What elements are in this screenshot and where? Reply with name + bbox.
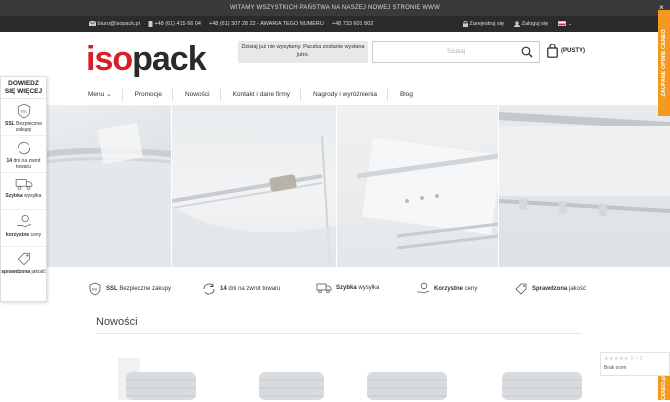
info-sidebar: DOWIEDZ SIĘ WIĘCEJ SSL SSL Bezpieczne za… [0,76,47,302]
divider [172,89,173,101]
ceneo-bottom-tab[interactable]: CENEO.pl [658,376,670,400]
announcement-text: WITAMY WSZYSTKICH PAŃSTWA NA NASZEJ NOWE… [229,5,441,11]
nav-item-nowosci[interactable]: Nowości [185,84,220,106]
badge-shipping: Szybka wysyłka [316,282,379,294]
contact-bar: biuro@isopack.pl +48 (61) 415 66 04 +48 … [0,16,670,32]
rating-stars: ★★★★★ 0 / 5 [604,356,644,362]
divider [96,333,582,334]
sidebar-item-returns[interactable]: 14 dni na zwrot towaru [1,136,46,173]
divider [219,89,221,101]
badge-ssl: SSL SSL Bezpieczne zakupy [88,282,171,296]
search-placeholder: Szukaj [446,49,465,55]
badge-prices: Korzystne ceny [416,282,477,296]
chevron-down-icon: ⌄ [106,91,112,98]
phone-link-2[interactable]: +48 (61) 307 28 22 - AWARIA TEGO NUMERU [209,16,324,32]
rating-widget[interactable]: ★★★★★ 0 / 5 Brak ocen [600,352,670,376]
user-icon [514,20,521,27]
trust-badges: SSL SSL Bezpieczne zakupy 14 dni na zwro… [0,276,670,304]
product-card[interactable] [482,350,582,400]
nav-item-blog[interactable]: Blog [400,84,423,106]
login-link[interactable]: Zaloguj się [514,16,548,32]
badge-returns: 14 dni na zwrot towaru [202,282,280,296]
shield-ssl-icon: SSL [17,103,30,119]
language-selector[interactable]: ⌄ [558,16,572,32]
sidebar-item-prices[interactable]: korzystne ceny [1,210,46,247]
badge-quality: Sprawdzona jakość [514,282,586,296]
hand-coin-icon [417,282,430,294]
svg-text:SSL: SSL [20,109,28,114]
sidebar-item-shipping[interactable]: Szybka wysyłka [1,173,46,210]
register-link[interactable]: Zarejestruj się [463,16,504,32]
gallery-image-writing-panel-bag[interactable] [336,106,499,267]
divider [300,89,302,101]
rating-text: Brak ocen [604,365,627,371]
truck-icon [316,283,332,294]
product-card[interactable] [96,350,196,400]
truck-icon [15,179,32,190]
site-logo[interactable]: isopack [86,41,207,77]
shopping-bag-icon [547,44,558,58]
tag-icon [515,283,527,295]
section-title: Nowości [96,316,138,328]
phone-icon [148,20,153,27]
tag-icon [17,252,30,266]
divider [386,89,388,101]
shipping-notice: Dzisiaj już nie wysyłamy. Paczka zostani… [238,41,368,63]
sidebar-item-ssl[interactable]: SSL SSL Bezpieczne zakupy [1,99,46,136]
search-input[interactable]: Szukaj [372,41,540,63]
product-card[interactable] [224,350,324,400]
nav-item-menu[interactable]: Menu ⌄ [88,84,122,106]
sidebar-item-quality[interactable]: sprawdzona jakość [1,247,46,284]
nav-item-promocje[interactable]: Promocje [135,84,172,106]
poland-flag-icon [558,21,567,27]
gallery-image-zipper-closeup[interactable] [499,106,670,267]
cart-label: (PUSTY) [561,48,585,54]
site-header: isopack Dzisiaj już nie wysyłamy. Paczka… [0,32,670,84]
chevron-down-icon: ⌄ [567,21,572,27]
phone-link-1[interactable]: +48 (61) 415 66 04 [148,16,201,32]
ceneo-reviews-tab[interactable]: ZAUFANE OPINIE CENEO [658,10,670,116]
lock-icon [463,20,468,27]
refresh-icon [17,141,30,155]
nav-item-kontakt[interactable]: Kontakt i dane firmy [233,84,300,106]
announcement-bar: WITAMY WSZYSTKICH PAŃSTWA NA NASZEJ NOWE… [0,0,670,16]
divider [121,89,123,101]
product-list [96,350,582,400]
hero-gallery [0,106,670,267]
product-card[interactable] [352,350,452,400]
envelope-icon [88,20,97,27]
hand-coin-icon [16,214,31,227]
svg-text:SSL: SSL [92,288,99,292]
search-icon[interactable] [521,46,533,58]
main-navigation: Menu ⌄ Promocje Nowości Kontakt i dane f… [0,84,670,106]
nav-item-nagrody[interactable]: Nagrody i wyróżnienia [313,84,387,106]
email-link[interactable]: biuro@isopack.pl [88,16,140,32]
phone-link-3[interactable]: +48 733 601 802 [332,16,373,32]
sidebar-title: DOWIEDZ SIĘ WIĘCEJ [1,77,46,99]
cart-button[interactable]: (PUSTY) [547,44,585,58]
gallery-image-slider-bag[interactable] [171,106,336,267]
refresh-icon [203,283,215,295]
shield-ssl-icon: SSL [89,282,101,296]
